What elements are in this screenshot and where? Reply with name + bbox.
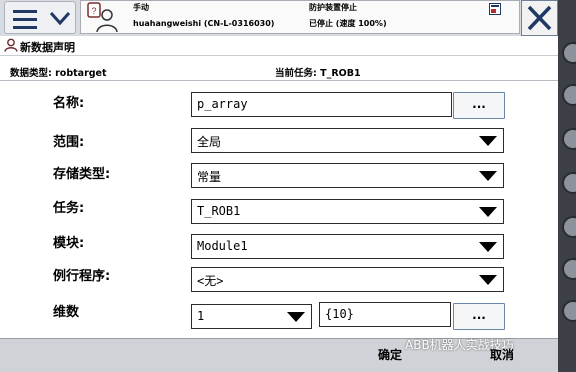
cancel-button[interactable]: 取消 xyxy=(490,346,514,363)
side-panel xyxy=(558,0,576,372)
controller-name: huahangweishi (CN-L-0316030) xyxy=(133,19,275,28)
dimension-value: 1 xyxy=(197,309,205,323)
window-title-bar: 新数据声明 xyxy=(0,36,558,56)
dimension-edit-button[interactable]: ... xyxy=(453,303,505,330)
task-select[interactable]: T_ROB1 xyxy=(191,199,504,224)
page-title: 新数据声明 xyxy=(20,41,75,54)
module-select[interactable]: Module1 xyxy=(191,234,504,259)
scope-value: 全局 xyxy=(197,135,222,149)
storage-type-value: 常量 xyxy=(197,170,222,184)
close-icon xyxy=(527,5,552,31)
top-bar: ? 手动 huahangweishi (CN-L-0316030) 防护装置停止… xyxy=(0,0,576,36)
operating-mode: 手动 xyxy=(133,3,149,12)
task-status-icon xyxy=(489,3,501,15)
hamburger-icon xyxy=(13,10,37,34)
status-panel[interactable]: ? 手动 huahangweishi (CN-L-0316030) 防护装置停止… xyxy=(80,0,520,34)
module-value: Module1 xyxy=(197,239,248,253)
name-value: p_array xyxy=(197,97,248,111)
name-input[interactable]: p_array xyxy=(191,92,452,117)
safety-state: 防护装置停止 xyxy=(309,3,357,12)
side-panel-button[interactable] xyxy=(562,172,576,194)
module-label: 模块: xyxy=(53,236,85,251)
robot-operator-icon: ? xyxy=(87,2,118,33)
scope-select[interactable]: 全局 xyxy=(191,128,504,153)
data-type-info: 数据类型: robtarget xyxy=(10,68,107,79)
dimension-select[interactable]: 1 xyxy=(191,304,312,329)
dropdown-arrow-icon xyxy=(479,136,497,146)
current-task-info: 当前任务: T_ROB1 xyxy=(275,68,361,79)
side-panel-button[interactable] xyxy=(562,300,576,322)
side-panel-button[interactable] xyxy=(562,128,576,150)
dimension-size-value: {10} xyxy=(325,307,354,321)
dropdown-arrow-icon xyxy=(479,171,497,181)
name-label: 名称: xyxy=(53,96,85,111)
routine-select[interactable]: <无> xyxy=(191,267,504,292)
user-icon xyxy=(4,38,18,52)
dropdown-arrow-icon xyxy=(287,312,305,322)
dimension-size-field[interactable]: {10} xyxy=(319,302,451,327)
run-state: 已停止 (速度 100%) xyxy=(309,19,387,28)
divider xyxy=(0,80,558,81)
task-value: T_ROB1 xyxy=(197,204,241,218)
routine-value: <无> xyxy=(197,274,224,288)
close-button[interactable] xyxy=(521,0,558,36)
routine-label: 例行程序: xyxy=(53,269,111,284)
name-edit-button[interactable]: ... xyxy=(453,92,505,119)
side-panel-button[interactable] xyxy=(562,216,576,238)
scope-label: 范围: xyxy=(53,135,85,150)
dropdown-arrow-icon xyxy=(479,207,497,217)
side-panel-button[interactable] xyxy=(562,42,576,64)
main-menu-button[interactable] xyxy=(4,1,76,34)
ok-button[interactable]: 确定 xyxy=(378,346,402,363)
side-panel-button[interactable] xyxy=(562,84,576,106)
storage-type-label: 存储类型: xyxy=(53,167,111,182)
svg-text:?: ? xyxy=(91,6,96,16)
dropdown-arrow-icon xyxy=(479,242,497,252)
side-panel-button[interactable] xyxy=(562,258,576,280)
task-label: 任务: xyxy=(53,201,85,216)
chevron-down-icon xyxy=(49,11,71,26)
dropdown-arrow-icon xyxy=(479,275,497,285)
dimension-label: 维数 xyxy=(53,305,80,320)
storage-type-select[interactable]: 常量 xyxy=(191,163,504,188)
